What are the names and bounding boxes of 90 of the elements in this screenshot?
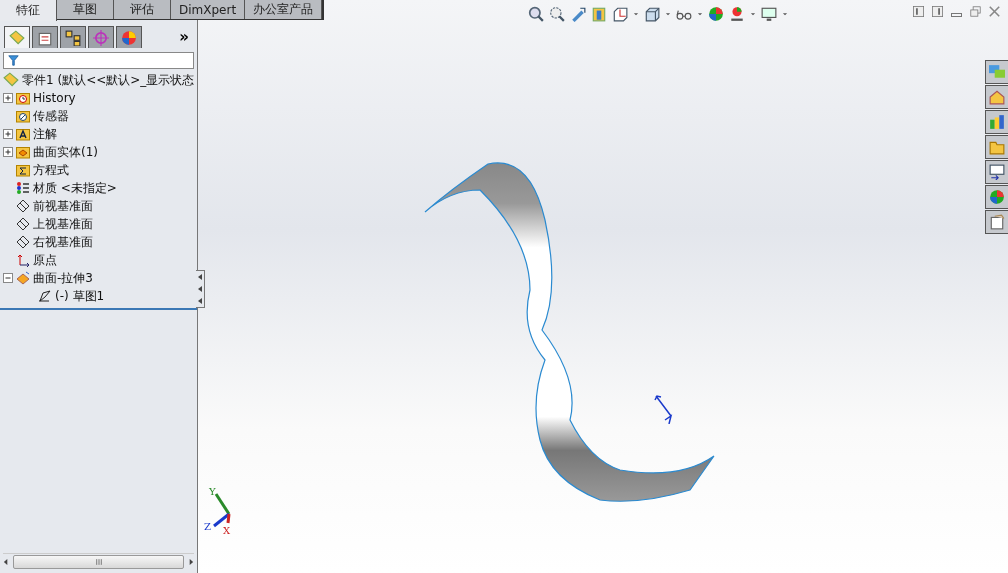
letter-folder-icon [16,127,30,141]
folder-icon [989,139,1005,155]
task-pane-tab[interactable] [985,60,1008,84]
caret-icon [750,11,756,17]
tile-left-icon [913,6,924,17]
manager-tab[interactable] [116,26,142,48]
axis-triad-drawing: Y Z X [204,486,244,536]
caret-icon [697,11,703,17]
expand-toggle[interactable] [3,147,13,157]
task-pane-tab[interactable] [985,160,1008,184]
view-palette-icon [989,164,1005,180]
house-icon [989,89,1005,105]
task-pane-tab[interactable] [985,135,1008,159]
filter-icon [8,55,19,66]
clipboard-icon [989,214,1005,230]
left-arrow-icon [3,558,9,566]
cube-icon [644,6,660,22]
tree-item-label[interactable]: History [33,91,76,105]
task-pane-tab[interactable] [985,110,1008,134]
minimize-icon [951,13,962,17]
tree-item-label[interactable]: 方程式 [33,161,69,179]
appearance-icon [989,189,1005,205]
surface-folder-icon [16,145,30,159]
right-arrow-icon [188,558,194,566]
color-ball-icon [121,29,137,46]
command-tab[interactable]: DimXpert [171,0,246,19]
tree-item-label[interactable]: (-) 草图1 [55,287,105,305]
more-tabs-button[interactable]: » [179,28,193,46]
filter-field[interactable] [3,52,194,69]
tile-right-icon [932,6,943,17]
command-tab[interactable]: 办公室产品 [245,0,323,19]
plus-icon [4,148,12,156]
task-pane-tab[interactable] [985,185,1008,209]
minus-icon [4,274,12,282]
plane-icon [16,199,30,213]
tree-item-label[interactable]: 曲面实体(1) [33,143,98,161]
manager-tab[interactable] [60,26,86,48]
origin-icon [16,253,30,267]
target-icon [93,29,109,46]
part-icon [9,29,25,46]
expand-toggle[interactable] [3,93,13,103]
chat-icon [989,64,1005,80]
close-icon [989,6,1000,17]
monitor-icon [761,6,777,22]
configuration-icon [65,29,81,46]
section-view-icon [591,6,607,22]
books-icon [989,114,1005,130]
tree-item-label[interactable]: 上视基准面 [33,215,93,233]
collapse-toggle[interactable] [3,273,13,283]
command-tab[interactable]: 草图 [57,0,114,19]
tree-item-label[interactable]: 原点 [33,251,57,269]
caret-icon [633,11,639,17]
sketch-icon [38,289,52,303]
material-icon [16,181,30,195]
restore-icon [970,6,981,17]
zoom-area-icon [549,6,565,22]
tree-item-label[interactable]: 曲面-拉伸3 [33,269,93,287]
scene-icon [729,6,745,22]
part-icon [3,72,19,88]
tree-item-label[interactable]: 材质 <未指定> [33,179,117,197]
sigma-folder-icon [16,163,30,177]
task-pane-tab[interactable] [985,85,1008,109]
horizontal-scrollbar[interactable] [3,553,194,570]
appearance-icon [708,6,724,22]
zoom-fit-icon [528,6,544,22]
plane-icon [16,217,30,231]
expand-toggle[interactable] [3,129,13,139]
extrude-icon [16,271,30,285]
gauge-folder-icon [16,109,30,123]
caret-icon [665,11,671,17]
view-orientation-icon [612,6,628,22]
command-tab[interactable]: 评估 [114,0,171,19]
tree-item-label[interactable]: 右视基准面 [33,233,93,251]
reference-triad-icon [653,394,673,424]
previous-view-icon [570,6,586,22]
part-name[interactable]: 零件1 (默认<<默认>_显示状态 [22,71,195,89]
grip-icon [94,558,103,566]
tree-item-label[interactable]: 注解 [33,125,57,143]
command-tab[interactable]: 特征 [0,0,57,21]
task-pane-tab[interactable] [985,210,1008,234]
manager-tab[interactable] [32,26,58,48]
caret-icon [782,11,788,17]
plus-icon [4,94,12,102]
tree-item-label[interactable]: 传感器 [33,107,69,125]
clock-folder-icon [16,91,30,105]
manager-tab[interactable] [4,26,30,48]
plus-icon [4,130,12,138]
tree-item-label[interactable]: 前视基准面 [33,197,93,215]
panel-collapse-handle[interactable] [196,270,205,308]
plane-icon [16,235,30,249]
